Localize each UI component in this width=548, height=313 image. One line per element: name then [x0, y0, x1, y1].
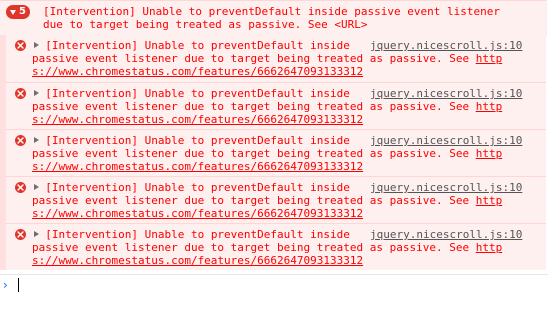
message-line2: passive event listener due to target bei…	[32, 147, 476, 160]
message-line1: [Intervention] Unable to preventDefault …	[45, 39, 350, 52]
source-link[interactable]: jquery.nicescroll.js:10	[370, 87, 522, 100]
message-line2: passive event listener due to target bei…	[32, 100, 476, 113]
message-line1: [Intervention] Unable to preventDefault …	[45, 228, 350, 241]
url-part-b: s://www.chromestatus.com/features/666264…	[32, 65, 364, 78]
source-link[interactable]: jquery.nicescroll.js:10	[370, 181, 522, 194]
message-line1: [Intervention] Unable to preventDefault …	[45, 87, 350, 100]
group-message-line1: [Intervention] Unable to preventDefault …	[43, 5, 500, 18]
console-error-message[interactable]: [Intervention] Unable to preventDefault …	[6, 223, 546, 270]
console-group-header[interactable]: 5 [Intervention] Unable to preventDefaul…	[0, 0, 547, 36]
message-line2: passive event listener due to target bei…	[32, 194, 476, 207]
error-icon	[15, 182, 26, 193]
source-link[interactable]: jquery.nicescroll.js:10	[370, 134, 522, 147]
error-icon	[15, 88, 26, 99]
message-line2: passive event listener due to target bei…	[32, 52, 476, 65]
devtools-console: 5 [Intervention] Unable to preventDefaul…	[0, 0, 548, 313]
group-message-line2: due to target being treated as passive. …	[43, 18, 368, 31]
source-link[interactable]: jquery.nicescroll.js:10	[370, 39, 522, 52]
url-part-a: http	[475, 52, 503, 65]
message-line2: passive event listener due to target bei…	[32, 241, 476, 254]
url-part-b: s://www.chromestatus.com/features/666264…	[32, 113, 364, 126]
message-line1: [Intervention] Unable to preventDefault …	[45, 181, 350, 194]
prompt-chevron-icon: ›	[3, 278, 8, 292]
message-line1: [Intervention] Unable to preventDefault …	[45, 134, 350, 147]
console-error-message[interactable]: [Intervention] Unable to preventDefault …	[6, 176, 546, 223]
url-part-a: http	[475, 100, 503, 113]
console-error-message[interactable]: [Intervention] Unable to preventDefault …	[6, 82, 546, 129]
console-input[interactable]	[16, 277, 538, 293]
url-part-a: http	[475, 194, 503, 207]
text-caret	[18, 278, 19, 292]
error-icon	[15, 135, 26, 146]
error-count: 5	[19, 6, 26, 17]
source-link[interactable]: jquery.nicescroll.js:10	[370, 228, 522, 241]
error-count-badge[interactable]: 5	[6, 5, 30, 19]
badge-chevron-icon	[10, 9, 16, 15]
url-part-b: s://www.chromestatus.com/features/666264…	[32, 207, 364, 220]
console-error-message[interactable]: [Intervention] Unable to preventDefault …	[6, 35, 546, 82]
console-group-children: [Intervention] Unable to preventDefault …	[0, 35, 546, 270]
url-part-b: s://www.chromestatus.com/features/666264…	[32, 254, 364, 267]
error-icon	[15, 229, 26, 240]
console-error-message[interactable]: [Intervention] Unable to preventDefault …	[6, 129, 546, 176]
error-icon	[15, 40, 26, 51]
url-part-a: http	[475, 147, 503, 160]
url-part-a: http	[475, 241, 503, 254]
group-message: [Intervention] Unable to preventDefault …	[43, 5, 543, 31]
url-part-b: s://www.chromestatus.com/features/666264…	[32, 160, 364, 173]
console-prompt[interactable]: ›	[0, 274, 548, 297]
